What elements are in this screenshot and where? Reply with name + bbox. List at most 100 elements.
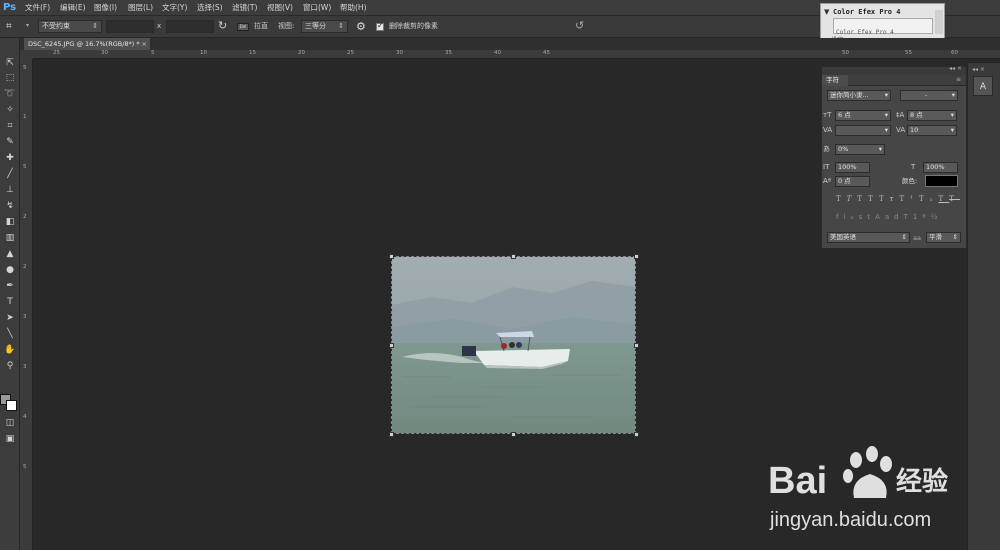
font-style-select[interactable]: - ▾ <box>900 90 958 101</box>
language-select[interactable]: 美国英语 ⇕ <box>827 232 910 243</box>
collapse-panel-icon[interactable]: ◂◂ × <box>949 65 962 72</box>
line-tool-icon[interactable]: ╲ <box>3 327 17 341</box>
contextual-alt-icon[interactable]: ℴ <box>850 213 858 221</box>
magic-wand-tool-icon[interactable]: ✧ <box>3 103 17 117</box>
menu-select[interactable]: 选择(S) <box>197 2 223 14</box>
ligature-icon[interactable]: fi <box>836 213 850 221</box>
character-panel-icon[interactable]: A <box>973 76 993 96</box>
crop-handle-top[interactable] <box>511 254 516 259</box>
type-tool-icon[interactable]: T <box>3 295 17 309</box>
move-tool-icon[interactable]: ⇱ <box>3 56 17 70</box>
menu-edit[interactable]: 编辑(E) <box>60 2 86 14</box>
menu-help[interactable]: 帮助(H) <box>340 2 367 14</box>
font-family-select[interactable]: 迷你简小隶... ▾ <box>827 90 891 101</box>
height-input[interactable] <box>166 20 214 33</box>
superscript-icon[interactable]: T¹ <box>900 195 919 203</box>
tracking-input[interactable]: 10 ▾ <box>907 125 957 136</box>
menu-layer[interactable]: 图层(L) <box>128 2 153 14</box>
lasso-tool-icon[interactable]: ➰ <box>3 87 17 101</box>
marquee-tool-icon[interactable]: ⬚ <box>3 71 17 85</box>
menu-file[interactable]: 文件(F) <box>25 2 50 14</box>
crop-handle-bottom[interactable] <box>511 432 516 437</box>
opentype-buttons[interactable]: fiℴstAadT1ª½ <box>836 213 962 223</box>
antialias-select[interactable]: 平滑 ⇕ <box>926 232 961 243</box>
titling-icon[interactable]: T <box>904 213 913 221</box>
menu-image[interactable]: 图像(I) <box>94 2 117 14</box>
faux-italic-icon[interactable]: T <box>847 195 858 203</box>
text-style-buttons[interactable]: TTTTTтT¹T₁TT <box>836 195 962 205</box>
cfx-scrollbar[interactable] <box>935 10 943 34</box>
baseline-shift-input[interactable]: 0 点 <box>835 176 870 187</box>
ratio-select[interactable]: 不受约束 ⇕ <box>38 20 102 33</box>
swap-dimensions-icon[interactable]: ↻ <box>218 19 227 32</box>
strikethrough-icon[interactable]: T <box>949 195 960 203</box>
all-caps-icon[interactable]: TT <box>857 195 879 203</box>
collapse-triangle-icon[interactable]: ▼ <box>824 8 829 16</box>
clear-icon[interactable]: Del <box>237 23 249 31</box>
zoom-tool-icon[interactable]: ⚲ <box>3 359 17 373</box>
screen-mode-icon[interactable]: ▣ <box>3 432 17 446</box>
horizontal-scale-input[interactable]: 100% <box>923 162 958 173</box>
background-color-swatch[interactable] <box>6 400 17 411</box>
delete-cropped-checkbox[interactable]: ✓ <box>376 21 384 31</box>
swash-icon[interactable]: A <box>875 213 885 221</box>
swap-label: x <box>157 22 162 30</box>
chevron-updown-icon: ⇕ <box>338 22 344 30</box>
crop-handle-bottom-right[interactable] <box>634 432 639 437</box>
quick-mask-icon[interactable]: ◫ <box>3 416 17 430</box>
leading-input[interactable]: 8 点 ▾ <box>907 110 957 121</box>
proportional-spacing-input[interactable]: 0% ▾ <box>835 144 885 155</box>
crop-handle-bottom-left[interactable] <box>389 432 394 437</box>
underline-icon[interactable]: T <box>938 195 949 203</box>
menu-view[interactable]: 视图(V) <box>267 2 293 14</box>
ordinal-icon[interactable]: 1ª <box>913 213 931 221</box>
close-icon[interactable]: × <box>142 38 147 50</box>
document-tab[interactable]: DSC_6245.JPG @ 16.7%(RGB/8*) * × <box>24 38 150 50</box>
healing-tool-icon[interactable]: ✚ <box>3 151 17 165</box>
gear-icon[interactable]: ⚙ <box>356 20 366 33</box>
crop-tool-icon[interactable]: ⌗ <box>3 119 17 133</box>
stamp-tool-icon[interactable]: ⊥ <box>3 183 17 197</box>
dodge-tool-icon[interactable]: ● <box>3 263 17 277</box>
eyedropper-tool-icon[interactable]: ✎ <box>3 135 17 149</box>
crop-handle-top-right[interactable] <box>634 254 639 259</box>
history-brush-tool-icon[interactable]: ↯ <box>3 199 17 213</box>
stylistic-alt-icon[interactable]: ad <box>885 213 904 221</box>
subscript-icon[interactable]: T₁ <box>919 195 938 203</box>
vertical-scale-input[interactable]: 100% <box>835 162 870 173</box>
small-caps-icon[interactable]: Tт <box>879 195 900 203</box>
font-size-input[interactable]: 6 点 ▾ <box>835 110 891 121</box>
tab-character[interactable]: 字符 <box>822 75 848 86</box>
hand-tool-icon[interactable]: ✋ <box>3 343 17 357</box>
discretionary-ligature-icon[interactable]: st <box>859 213 875 221</box>
view-select[interactable]: 三等分 ⇕ <box>301 20 348 33</box>
menu-window[interactable]: 窗口(W) <box>303 2 331 14</box>
gradient-tool-icon[interactable]: ▥ <box>3 231 17 245</box>
panel-grip[interactable]: ◂◂ × <box>822 65 966 75</box>
straighten-label[interactable]: 拉直 <box>254 20 268 32</box>
crop-tool-icon[interactable]: ⌗ <box>6 20 20 34</box>
faux-bold-icon[interactable]: T <box>836 195 847 203</box>
text-color-swatch[interactable] <box>925 175 958 187</box>
tools-panel: ⇱ ⬚ ➰ ✧ ⌗ ✎ ✚ ╱ ⊥ ↯ ◧ ▥ ▲ ● ✒ T ➤ ╲ ✋ ⚲ … <box>0 38 20 550</box>
crop-handle-right[interactable] <box>634 343 639 348</box>
menu-type[interactable]: 文字(Y) <box>162 2 187 14</box>
pen-tool-icon[interactable]: ✒ <box>3 279 17 293</box>
photoshop-logo: Ps <box>3 2 17 13</box>
document-image[interactable] <box>391 256 636 434</box>
expand-panels-icon[interactable]: ◂◂ × <box>972 66 985 73</box>
menu-filter[interactable]: 滤镜(T) <box>232 2 257 14</box>
tool-preset-arrow-icon[interactable]: ▾ <box>26 22 29 29</box>
kerning-input[interactable]: ▾ <box>835 125 891 136</box>
fraction-icon[interactable]: ½ <box>931 213 943 221</box>
crop-handle-top-left[interactable] <box>389 254 394 259</box>
eraser-tool-icon[interactable]: ◧ <box>3 215 17 229</box>
brush-tool-icon[interactable]: ╱ <box>3 167 17 181</box>
font-size-value: 6 点 <box>838 111 851 119</box>
width-input[interactable] <box>106 20 154 33</box>
blur-tool-icon[interactable]: ▲ <box>3 247 17 261</box>
crop-handle-left[interactable] <box>389 343 394 348</box>
reset-icon[interactable]: ↺ <box>575 19 584 32</box>
path-selection-tool-icon[interactable]: ➤ <box>3 311 17 325</box>
panel-menu-icon[interactable]: ≡ <box>956 76 961 83</box>
